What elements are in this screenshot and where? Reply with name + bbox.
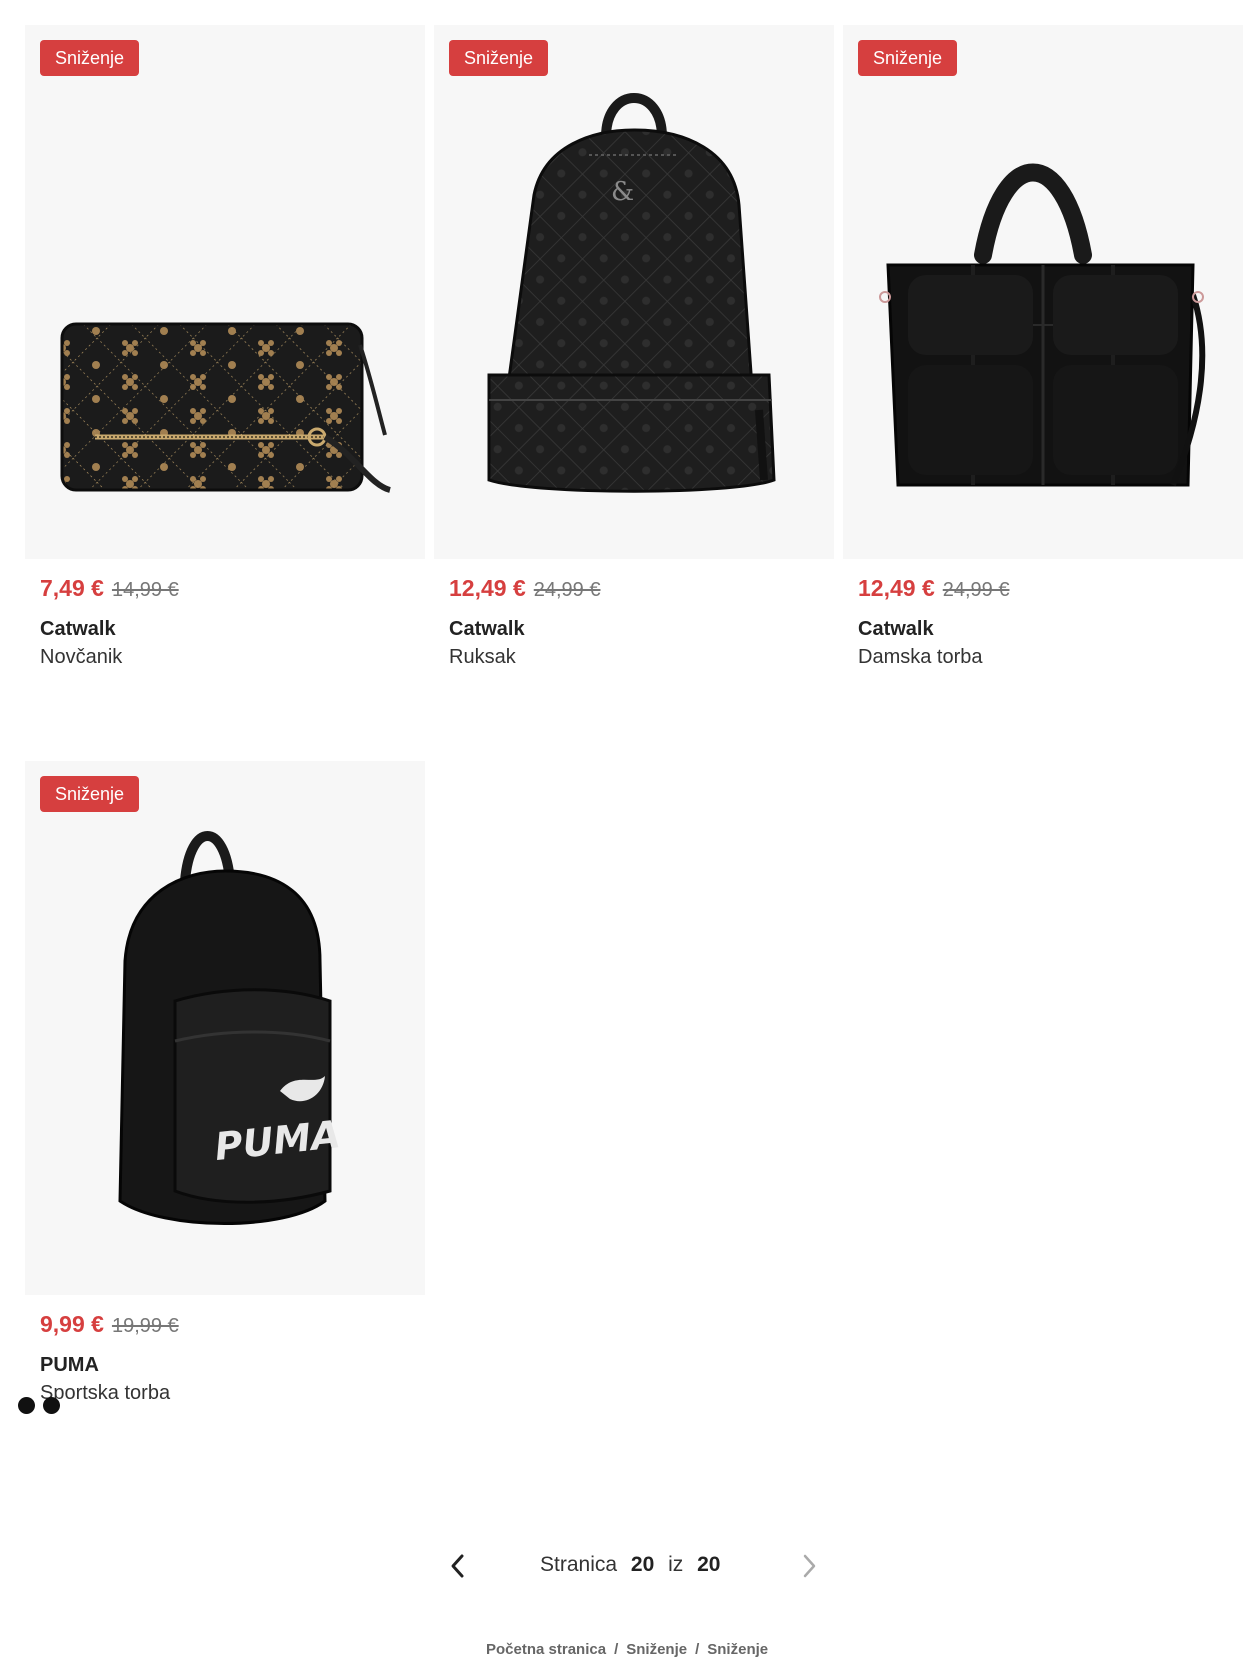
- price-row: 12,49 € 24,99 €: [858, 575, 1009, 602]
- product-name[interactable]: Novčanik: [40, 646, 122, 669]
- product-image[interactable]: PUMA Sniženje: [25, 761, 425, 1295]
- breadcrumb-separator: /: [614, 1641, 619, 1658]
- original-price: 24,99 €: [942, 579, 1010, 601]
- pagination: Stranica 20 iz 20: [0, 1548, 1250, 1584]
- breadcrumb-separator: /: [695, 1641, 700, 1658]
- original-price: 19,99 €: [111, 1315, 179, 1337]
- sale-badge: Sniženje: [40, 40, 140, 76]
- sale-badge: Sniženje: [40, 776, 140, 812]
- product-brand: Catwalk: [40, 618, 116, 640]
- sale-price: 12,49 €: [449, 575, 526, 601]
- product-brand: PUMA: [40, 1354, 99, 1376]
- product-card[interactable]: Sniženje 7,49 € 14,99 € Catwalk Novčanik: [25, 25, 425, 675]
- product-brand: Catwalk: [449, 618, 525, 640]
- price-row: 7,49 € 14,99 €: [40, 575, 179, 602]
- price-row: 12,49 € 24,99 €: [449, 575, 600, 602]
- product-image[interactable]: Sniženje: [843, 25, 1243, 559]
- breadcrumb: Početna stranica / Sniženje / Sniženje: [486, 1641, 768, 1658]
- black-tote-image: [879, 163, 1206, 487]
- black-wallet-image: [60, 322, 392, 493]
- page-of-label: iz: [668, 1553, 684, 1576]
- color-swatch[interactable]: [43, 1397, 60, 1414]
- page-label: Stranica: [540, 1553, 618, 1576]
- color-swatches: [18, 1397, 60, 1414]
- current-page: 20: [630, 1553, 655, 1576]
- breadcrumb-item-sale-current[interactable]: Sniženje: [707, 1641, 768, 1658]
- product-image[interactable]: Sniženje: [25, 25, 425, 559]
- sale-badge: Sniženje: [858, 40, 958, 76]
- product-name[interactable]: Damska torba: [858, 646, 983, 669]
- sale-badge: Sniženje: [449, 40, 549, 76]
- page-indicator: Stranica 20 iz 20: [540, 1553, 728, 1577]
- original-price: 24,99 €: [533, 579, 601, 601]
- svg-text:&: &: [611, 177, 634, 207]
- sale-price: 12,49 €: [858, 575, 935, 601]
- price-row: 9,99 € 19,99 €: [40, 1311, 179, 1338]
- sale-price: 7,49 €: [40, 575, 104, 601]
- black-backpack-image: &: [487, 93, 776, 493]
- total-pages: 20: [697, 1553, 721, 1576]
- color-swatch[interactable]: [18, 1397, 35, 1414]
- product-card[interactable]: PUMA Sniženje 9,99 €19,99 € PUMA Sportsk…: [25, 761, 425, 1461]
- original-price: 14,99 €: [111, 579, 179, 601]
- puma-backpack-image: PUMA: [118, 831, 342, 1225]
- product-card[interactable]: Sniženje 12,49 € 24,99 € Catwalk Damska t…: [843, 25, 1243, 675]
- product-card[interactable]: & Sniženje 12,49 € 24,99 € Catwalk Ruksak: [434, 25, 834, 675]
- product-name[interactable]: Ruksak: [449, 646, 516, 669]
- breadcrumb-item-home[interactable]: Početna stranica: [486, 1641, 606, 1658]
- product-image[interactable]: & Sniženje: [434, 25, 834, 559]
- product-brand: Catwalk: [858, 618, 934, 640]
- sale-price: 9,99 €: [40, 1311, 104, 1337]
- chevron-right-icon[interactable]: [800, 1551, 820, 1581]
- breadcrumb-item-sale[interactable]: Sniženje: [626, 1641, 687, 1658]
- chevron-left-icon[interactable]: [447, 1551, 467, 1581]
